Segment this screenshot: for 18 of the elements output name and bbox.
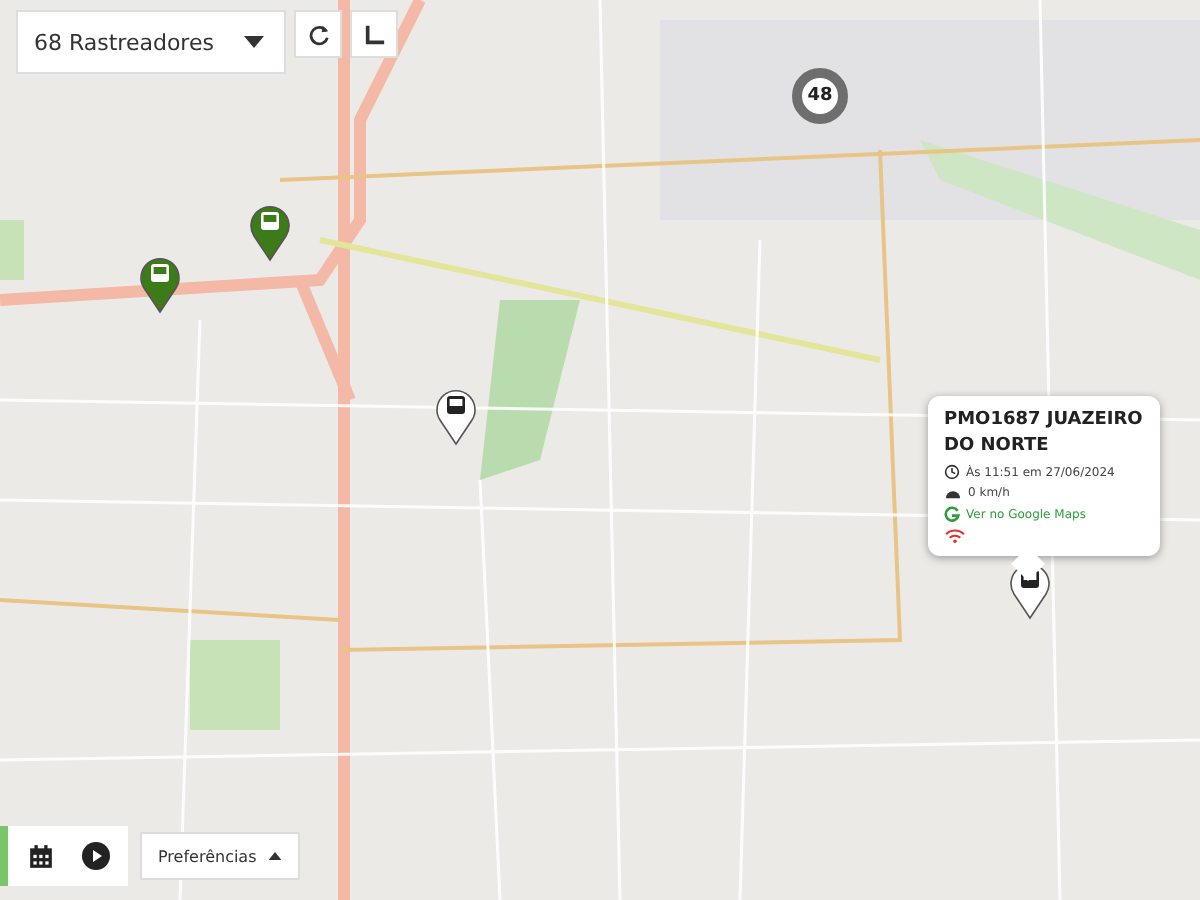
caret-icon bbox=[244, 36, 264, 48]
wifi-icon bbox=[944, 528, 966, 545]
calendar-icon bbox=[27, 843, 53, 869]
corner-icon bbox=[363, 23, 385, 45]
refresh-icon bbox=[307, 23, 329, 45]
bus-pin-icon[interactable] bbox=[434, 386, 478, 446]
corner-button[interactable] bbox=[350, 10, 398, 58]
play-icon bbox=[82, 842, 110, 870]
refresh-button[interactable] bbox=[294, 10, 342, 58]
google-icon bbox=[944, 506, 960, 523]
speedometer-icon bbox=[944, 486, 962, 501]
preferences-dropdown[interactable]: Preferências bbox=[140, 832, 301, 880]
bus-pin-icon[interactable] bbox=[248, 202, 292, 262]
caret-up-icon bbox=[268, 852, 283, 860]
bus-pin-icon[interactable] bbox=[138, 254, 182, 314]
clock-icon bbox=[944, 464, 960, 481]
tracker-select[interactable]: 68 Rastreadores bbox=[16, 10, 286, 74]
vehicle-title: PMO1687 JUAZEIRO DO NORTE bbox=[944, 408, 1144, 459]
